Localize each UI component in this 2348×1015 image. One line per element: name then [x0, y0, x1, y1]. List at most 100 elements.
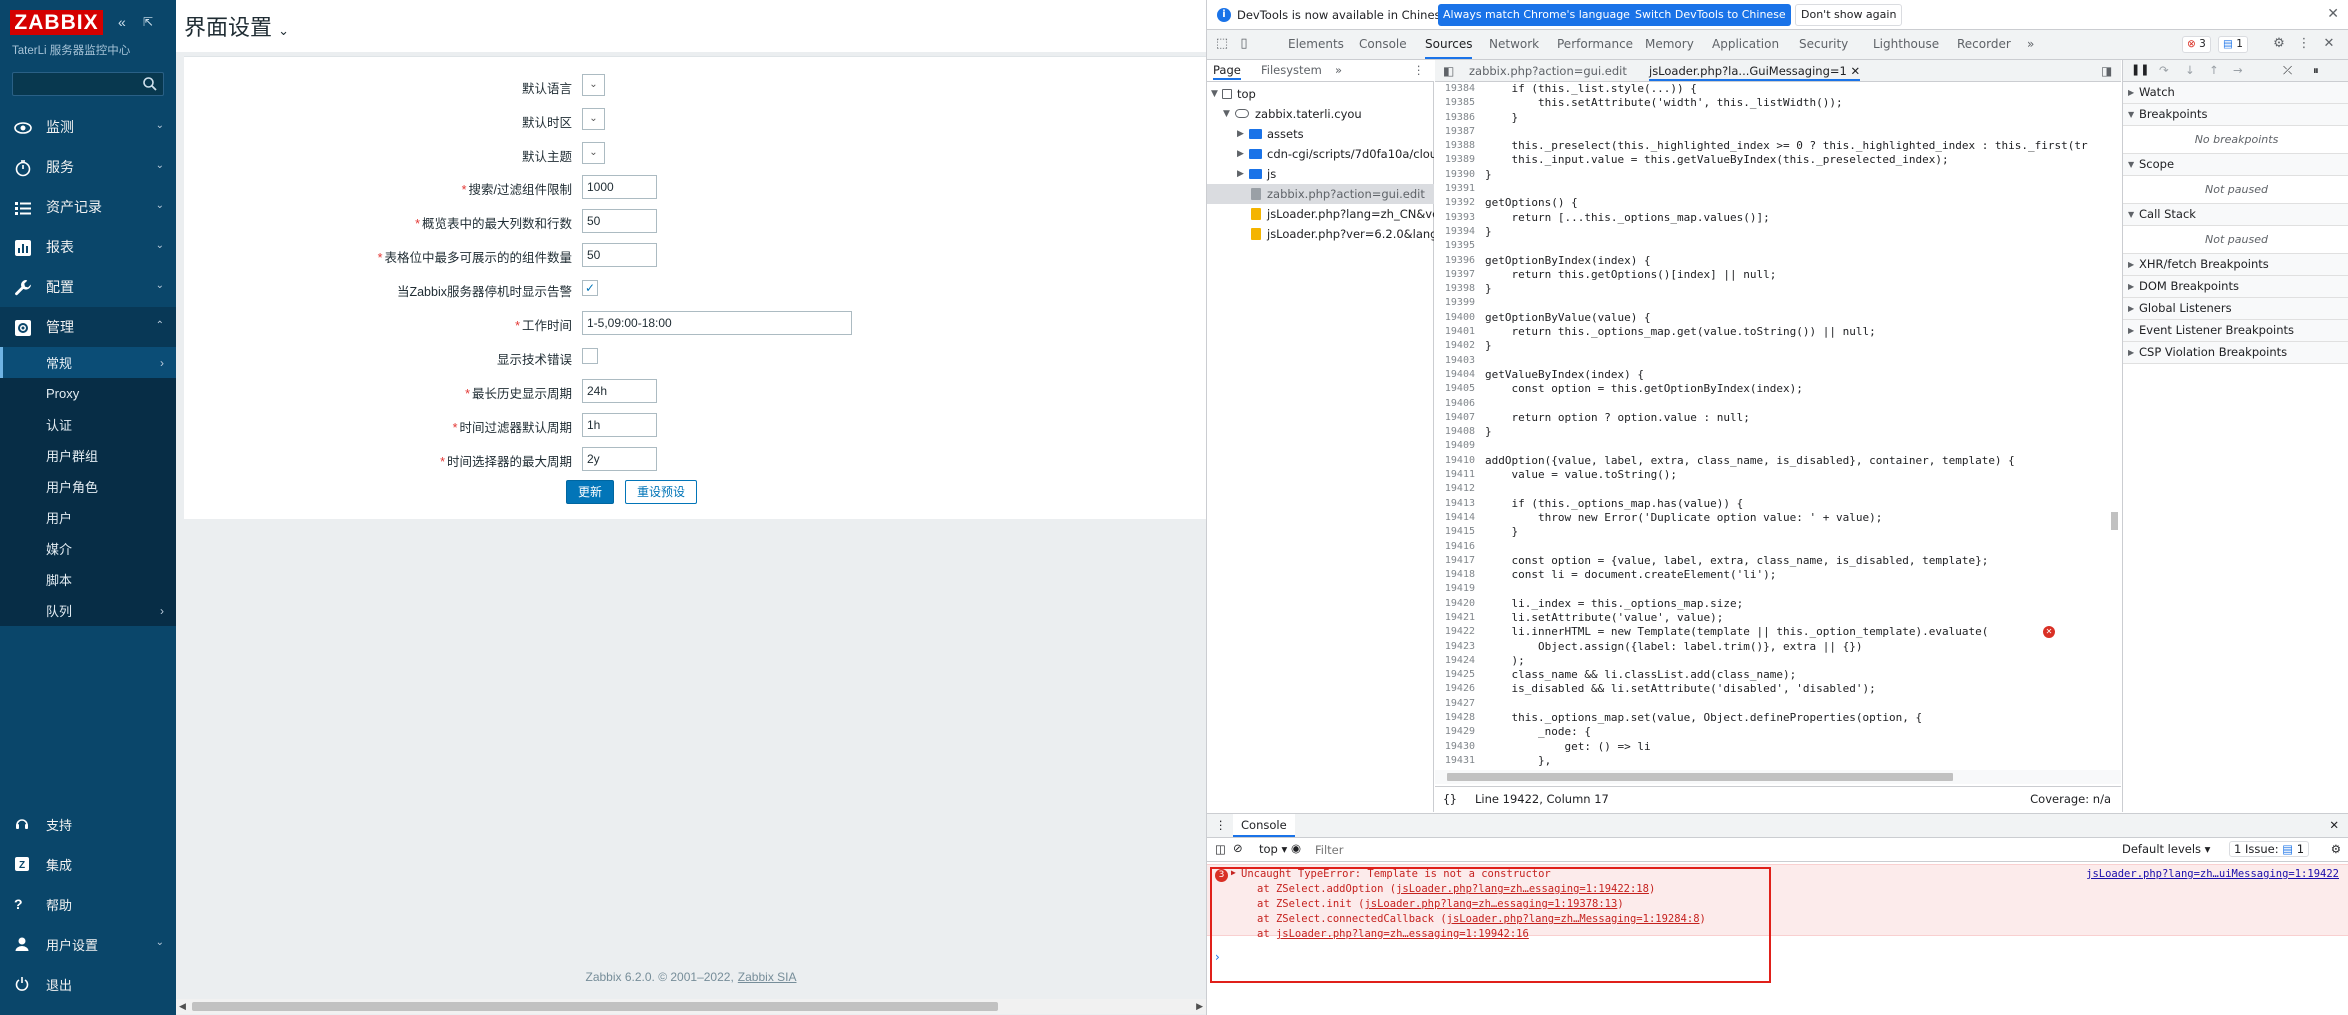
code-line[interactable]: 19400 getOptionByValue(value) {	[1435, 311, 2121, 325]
code-line[interactable]: 19412	[1435, 482, 2121, 496]
line-number[interactable]: 19421	[1435, 611, 1475, 625]
tab-application[interactable]: Application	[1712, 30, 1779, 59]
tree-item[interactable]: jsLoader.php?lang=zh_CN&ver	[1207, 204, 1434, 224]
code-line[interactable]: 19421 li.setAttribute('value', value);	[1435, 611, 2121, 625]
tree-item[interactable]: jsLoader.php?ver=6.2.0&lang=	[1207, 224, 1434, 244]
code-line[interactable]: 19416	[1435, 540, 2121, 554]
menu-item-integrations[interactable]: Z 集成	[0, 844, 176, 884]
search-icon[interactable]	[142, 76, 158, 92]
code-line[interactable]: 19390}	[1435, 168, 2121, 182]
section-dom-breakpoints[interactable]: ▶ DOM Breakpoints	[2123, 276, 2348, 298]
more-navigator-tabs-icon[interactable]: »	[1335, 63, 1342, 77]
code-line[interactable]: 19424 );	[1435, 654, 2121, 668]
scrollbar-thumb[interactable]	[2111, 512, 2118, 530]
tab-sources[interactable]: Sources	[1425, 30, 1473, 59]
drawer-menu-icon[interactable]: ⋮	[1215, 818, 1227, 832]
line-number[interactable]: 19406	[1435, 397, 1475, 411]
line-number[interactable]: 19422	[1435, 625, 1475, 639]
line-number[interactable]: 19413	[1435, 497, 1475, 511]
deactivate-breakpoints-icon[interactable]: ⤫	[2283, 63, 2292, 78]
default-language-select[interactable]: ⌄	[582, 74, 605, 96]
line-number[interactable]: 19430	[1435, 740, 1475, 754]
device-toolbar-icon[interactable]: ▯	[1237, 37, 1251, 51]
scrollbar-thumb[interactable]	[1447, 773, 1953, 781]
line-number[interactable]: 19427	[1435, 697, 1475, 711]
code-line[interactable]: 19396 getOptionByIndex(index) {	[1435, 254, 2121, 268]
submenu-item-scripts[interactable]: 脚本	[0, 564, 176, 595]
editor-horizontal-scrollbar[interactable]	[1435, 770, 2121, 784]
toggle-navigator-icon[interactable]: ◧	[1443, 64, 1454, 78]
code-line[interactable]: 19394}	[1435, 225, 2121, 239]
tab-console[interactable]: Console	[1359, 30, 1407, 59]
code-line[interactable]: 19428 this._options_map.set(value, Objec…	[1435, 711, 2121, 725]
kiosk-mode-icon[interactable]: ⇱	[143, 15, 153, 29]
code-line[interactable]: 19415 }	[1435, 525, 2121, 539]
code-line[interactable]: 19429 _node: {	[1435, 725, 2121, 739]
line-number[interactable]: 19416	[1435, 540, 1475, 554]
search-limit-input[interactable]: 1000	[582, 175, 657, 199]
code-line[interactable]: 19405 const option = this.getOptionByInd…	[1435, 382, 2121, 396]
code-line[interactable]: 19393 return [...this._options_map.value…	[1435, 211, 2121, 225]
tab-recorder[interactable]: Recorder	[1957, 30, 2011, 59]
code-line[interactable]: 19410 addOption({value, label, extra, cla…	[1435, 454, 2121, 468]
server-down-warning-checkbox[interactable]: ✓	[582, 280, 598, 296]
section-csp-breakpoints[interactable]: ▶ CSP Violation Breakpoints	[2123, 342, 2348, 364]
code-line[interactable]: 19397 return this.getOptions()[index] ||…	[1435, 268, 2121, 282]
code-line[interactable]: 19385 this.setAttribute('width', this._l…	[1435, 96, 2121, 110]
menu-item-help[interactable]: ? 帮助	[0, 884, 176, 924]
menu-item-administration[interactable]: 管理 ⌃	[0, 307, 176, 347]
line-number[interactable]: 19411	[1435, 468, 1475, 482]
tree-item[interactable]: ▼ zabbix.taterli.cyou	[1207, 104, 1434, 124]
scroll-right-icon[interactable]: ▶	[1196, 1001, 1203, 1012]
code-line[interactable]: 19422 li.innerHTML = new Template(templa…	[1435, 625, 2121, 639]
section-xhr-breakpoints[interactable]: ▶ XHR/fetch Breakpoints	[2123, 254, 2348, 276]
line-number[interactable]: 19400	[1435, 311, 1475, 325]
drawer-tab-console[interactable]: Console	[1233, 814, 1295, 837]
line-number[interactable]: 19390	[1435, 168, 1475, 182]
show-tech-errors-checkbox[interactable]	[582, 348, 598, 364]
line-number[interactable]: 19405	[1435, 382, 1475, 396]
page-title-dropdown[interactable]: 界面设置 ⌄	[184, 10, 289, 42]
line-number[interactable]: 19401	[1435, 325, 1475, 339]
code-line[interactable]: 19411 value = value.toString();	[1435, 468, 2121, 482]
sidebar-search-input[interactable]	[12, 72, 164, 96]
step-over-icon[interactable]: ↷	[2159, 63, 2169, 77]
submenu-item-general[interactable]: 常规 ›	[0, 347, 176, 378]
line-number[interactable]: 19387	[1435, 125, 1475, 139]
collapse-sidebar-icon[interactable]: «	[118, 14, 126, 30]
overview-max-input[interactable]: 50	[582, 209, 657, 233]
line-number[interactable]: 19414	[1435, 511, 1475, 525]
error-count-badge[interactable]: ⊗ 3	[2182, 36, 2211, 53]
working-time-input[interactable]: 1-5,09:00-18:00	[582, 311, 852, 335]
submenu-item-queue[interactable]: 队列 ›	[0, 595, 176, 626]
tab-security[interactable]: Security	[1799, 30, 1848, 59]
menu-item-configuration[interactable]: 配置 ⌄	[0, 267, 176, 307]
close-drawer-icon[interactable]: ✕	[2329, 818, 2339, 832]
editor-tab-jsloader[interactable]: jsLoader.php?la...GuiMessaging=1 ✕	[1649, 64, 1861, 81]
show-sidebar-icon[interactable]: ◫	[1215, 842, 1226, 856]
zabbix-logo[interactable]: ZABBIX	[10, 10, 103, 35]
dont-show-again-button[interactable]: Don't show again	[1795, 4, 1903, 26]
line-number[interactable]: 19407	[1435, 411, 1475, 425]
line-number[interactable]: 19385	[1435, 96, 1475, 110]
line-number[interactable]: 19396	[1435, 254, 1475, 268]
line-number[interactable]: 19418	[1435, 568, 1475, 582]
code-line[interactable]: 19401 return this._options_map.get(value…	[1435, 325, 2121, 339]
menu-item-user-settings[interactable]: 用户设置 ⌄	[0, 924, 176, 964]
context-selector[interactable]: top ▾	[1259, 842, 1287, 856]
tree-item-selected[interactable]: zabbix.php?action=gui.edit	[1207, 184, 1434, 204]
pause-icon[interactable]: ❚❚	[2131, 63, 2149, 76]
code-line[interactable]: 19427	[1435, 697, 2121, 711]
match-language-button[interactable]: Always match Chrome's language	[1438, 4, 1635, 26]
pretty-print-icon[interactable]: {}	[1443, 787, 1457, 811]
code-line[interactable]: 19407 return option ? option.value : nul…	[1435, 411, 2121, 425]
submenu-item-media[interactable]: 媒介	[0, 533, 176, 564]
tab-elements[interactable]: Elements	[1288, 30, 1344, 59]
reset-defaults-button[interactable]: 重设预设	[625, 480, 697, 504]
section-call-stack[interactable]: ▼ Call Stack	[2123, 204, 2348, 226]
submenu-item-user-roles[interactable]: 用户角色	[0, 471, 176, 502]
settings-gear-icon[interactable]: ⚙	[2272, 37, 2286, 51]
section-breakpoints[interactable]: ▼ Breakpoints	[2123, 104, 2348, 126]
section-global-listeners[interactable]: ▶ Global Listeners	[2123, 298, 2348, 320]
tab-filesystem[interactable]: Filesystem	[1261, 63, 1322, 77]
